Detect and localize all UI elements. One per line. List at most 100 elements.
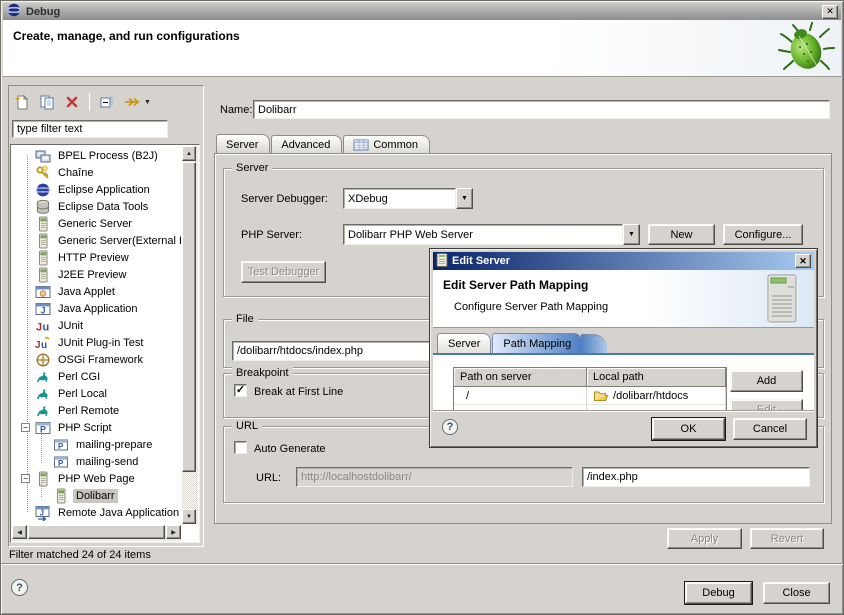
- tree-horizontal-scrollbar[interactable]: ◀ ▶: [12, 525, 181, 541]
- title-bar[interactable]: Debug ✕: [3, 3, 841, 20]
- vertical-scroll-thumb[interactable]: [182, 162, 196, 472]
- collapse-all-icon[interactable]: [96, 91, 118, 113]
- server-icon: [35, 250, 51, 266]
- tab-server[interactable]: Server: [437, 333, 491, 353]
- tree-item-java-applet[interactable]: Java Applet: [11, 283, 181, 300]
- tree-item-http-preview[interactable]: HTTP Preview: [11, 249, 181, 266]
- auto-generate-checkbox[interactable]: [234, 441, 247, 454]
- cancel-button[interactable]: Cancel: [733, 418, 807, 440]
- tab-server[interactable]: Server: [216, 134, 270, 154]
- chevron-down-icon[interactable]: ▼: [144, 99, 151, 106]
- filter-menu-icon[interactable]: [121, 91, 143, 113]
- tree-item-generic-server[interactable]: Generic Server: [11, 215, 181, 232]
- java-app-icon: J: [35, 301, 51, 317]
- tree-item-eclipse-data-tools[interactable]: Eclipse Data Tools: [11, 198, 181, 215]
- tree-item-perl-cgi[interactable]: Perl CGI: [11, 368, 181, 385]
- column-header-path-on-server[interactable]: Path on server: [454, 368, 587, 387]
- tree-item-label: PHP Web Page: [55, 472, 138, 486]
- tree-item-label: Perl Remote: [55, 404, 122, 418]
- url-label: URL:: [256, 472, 281, 484]
- server-icon: [436, 253, 448, 270]
- tree-item-junit[interactable]: JuJUnit: [11, 317, 181, 334]
- database-icon: [35, 199, 51, 215]
- tree-item-dolibarr[interactable]: Dolibarr: [11, 487, 181, 504]
- break-first-line-checkbox[interactable]: ✓: [234, 384, 247, 397]
- php-server-select[interactable]: Dolibarr PHP Web Server ▼: [343, 224, 640, 245]
- tab-label: Advanced: [281, 139, 330, 151]
- tree-item-perl-local[interactable]: Perl Local: [11, 385, 181, 402]
- tab-path-mapping[interactable]: Path Mapping: [492, 333, 582, 353]
- tree-item-label: JUnit: [55, 319, 86, 333]
- help-icon[interactable]: ?: [11, 579, 28, 596]
- tree-item-cha-ne[interactable]: Chaîne: [11, 164, 181, 181]
- server-debugger-select[interactable]: XDebug ▼: [343, 188, 473, 209]
- banner: Create, manage, and run configurations: [3, 20, 841, 77]
- dialog-help-icon[interactable]: ?: [442, 419, 458, 435]
- tree-item-label: mailing-prepare: [73, 438, 155, 452]
- eclipse-logo-icon: [6, 2, 22, 21]
- column-header-local-path[interactable]: Local path: [587, 368, 726, 387]
- add-mapping-button[interactable]: Add: [730, 370, 803, 392]
- chevron-down-icon[interactable]: ▼: [623, 224, 640, 245]
- tree-item-php-web-page[interactable]: − PHP Web Page: [11, 470, 181, 487]
- ok-button[interactable]: OK: [652, 418, 725, 440]
- dialog-subheading: Configure Server Path Mapping: [454, 301, 608, 313]
- check-icon: ✓: [236, 385, 245, 396]
- name-input[interactable]: Dolibarr: [253, 100, 830, 119]
- mapping-row[interactable]: //dolibarr/htdocs: [454, 387, 726, 405]
- new-config-icon[interactable]: ✦: [11, 91, 33, 113]
- tree-item-j2ee-preview[interactable]: J2EE Preview: [11, 266, 181, 283]
- tree-item-bpel-process-b2j[interactable]: BPEL Process (B2J): [11, 147, 181, 164]
- tree-item-perl-remote[interactable]: Perl Remote: [11, 402, 181, 419]
- tree-item-generic-server-external-la[interactable]: Generic Server(External La: [11, 232, 181, 249]
- collapse-toggle-icon[interactable]: −: [21, 474, 30, 483]
- revert-button[interactable]: Revert: [750, 528, 824, 549]
- apply-button[interactable]: Apply: [667, 528, 742, 549]
- tree-item-osgi-framework[interactable]: OSGi Framework: [11, 351, 181, 368]
- scroll-up-icon[interactable]: ▲: [182, 146, 196, 161]
- bpel-process-icon: [35, 148, 51, 164]
- svg-text:✦: ✦: [14, 94, 22, 104]
- tree-item-php-script[interactable]: −PPHP Script: [11, 419, 181, 436]
- dialog-close-icon[interactable]: ✕: [795, 254, 811, 268]
- horizontal-scroll-thumb[interactable]: [28, 525, 165, 539]
- configure-server-button[interactable]: Configure...: [723, 224, 803, 245]
- dialog-title-bar[interactable]: Edit Server ✕: [433, 252, 814, 270]
- scroll-left-icon[interactable]: ◀: [12, 525, 27, 539]
- scroll-down-icon[interactable]: ▼: [182, 509, 196, 524]
- delete-config-icon[interactable]: [61, 91, 83, 113]
- svg-text:J: J: [35, 340, 41, 351]
- tree-toolbar: ✦▼: [11, 89, 151, 115]
- tree-item-junit-plug-in-test[interactable]: JuJUnit Plug-in Test: [11, 334, 181, 351]
- tab-common[interactable]: Common: [343, 135, 430, 154]
- url-file-input[interactable]: /index.php: [582, 467, 810, 487]
- tree-item-eclipse-application[interactable]: Eclipse Application: [11, 181, 181, 198]
- tree-vertical-scrollbar[interactable]: ▲ ▼: [182, 146, 198, 524]
- scroll-right-icon[interactable]: ▶: [166, 525, 181, 539]
- filter-input[interactable]: type filter text: [12, 120, 168, 138]
- tree-item-label: Eclipse Data Tools: [55, 200, 151, 214]
- break-first-line-label: Break at First Line: [254, 386, 343, 398]
- tab-advanced[interactable]: Advanced: [271, 135, 342, 154]
- svg-text:J: J: [40, 508, 44, 517]
- duplicate-config-icon[interactable]: [36, 91, 58, 113]
- debug-button[interactable]: Debug: [685, 582, 752, 604]
- tree-item-mailing-send[interactable]: Pmailing-send: [11, 453, 181, 470]
- test-debugger-button[interactable]: Test Debugger: [241, 261, 326, 283]
- eclipse-app-icon: [35, 182, 51, 198]
- auto-generate-label: Auto Generate: [254, 443, 326, 455]
- window-close-icon[interactable]: ✕: [822, 5, 838, 19]
- collapse-toggle-icon[interactable]: −: [21, 423, 30, 432]
- name-label: Name:: [220, 104, 252, 116]
- close-button[interactable]: Close: [763, 582, 830, 604]
- tree-item-java-application[interactable]: JJava Application: [11, 300, 181, 317]
- url-input[interactable]: http://localhostdolibarr/: [296, 467, 573, 487]
- new-server-button[interactable]: New: [648, 224, 715, 245]
- tree-item-mailing-prepare[interactable]: Pmailing-prepare: [11, 436, 181, 453]
- osgi-icon: [35, 352, 51, 368]
- tree-guide-line: [41, 484, 42, 497]
- server-debugger-value: XDebug: [343, 188, 456, 209]
- chevron-down-icon[interactable]: ▼: [456, 188, 473, 209]
- dialog-tab-content: Path on serverLocal path//dolibarr/htdoc…: [433, 353, 814, 412]
- tree-item-remote-java-application[interactable]: JRemote Java Application: [11, 504, 181, 521]
